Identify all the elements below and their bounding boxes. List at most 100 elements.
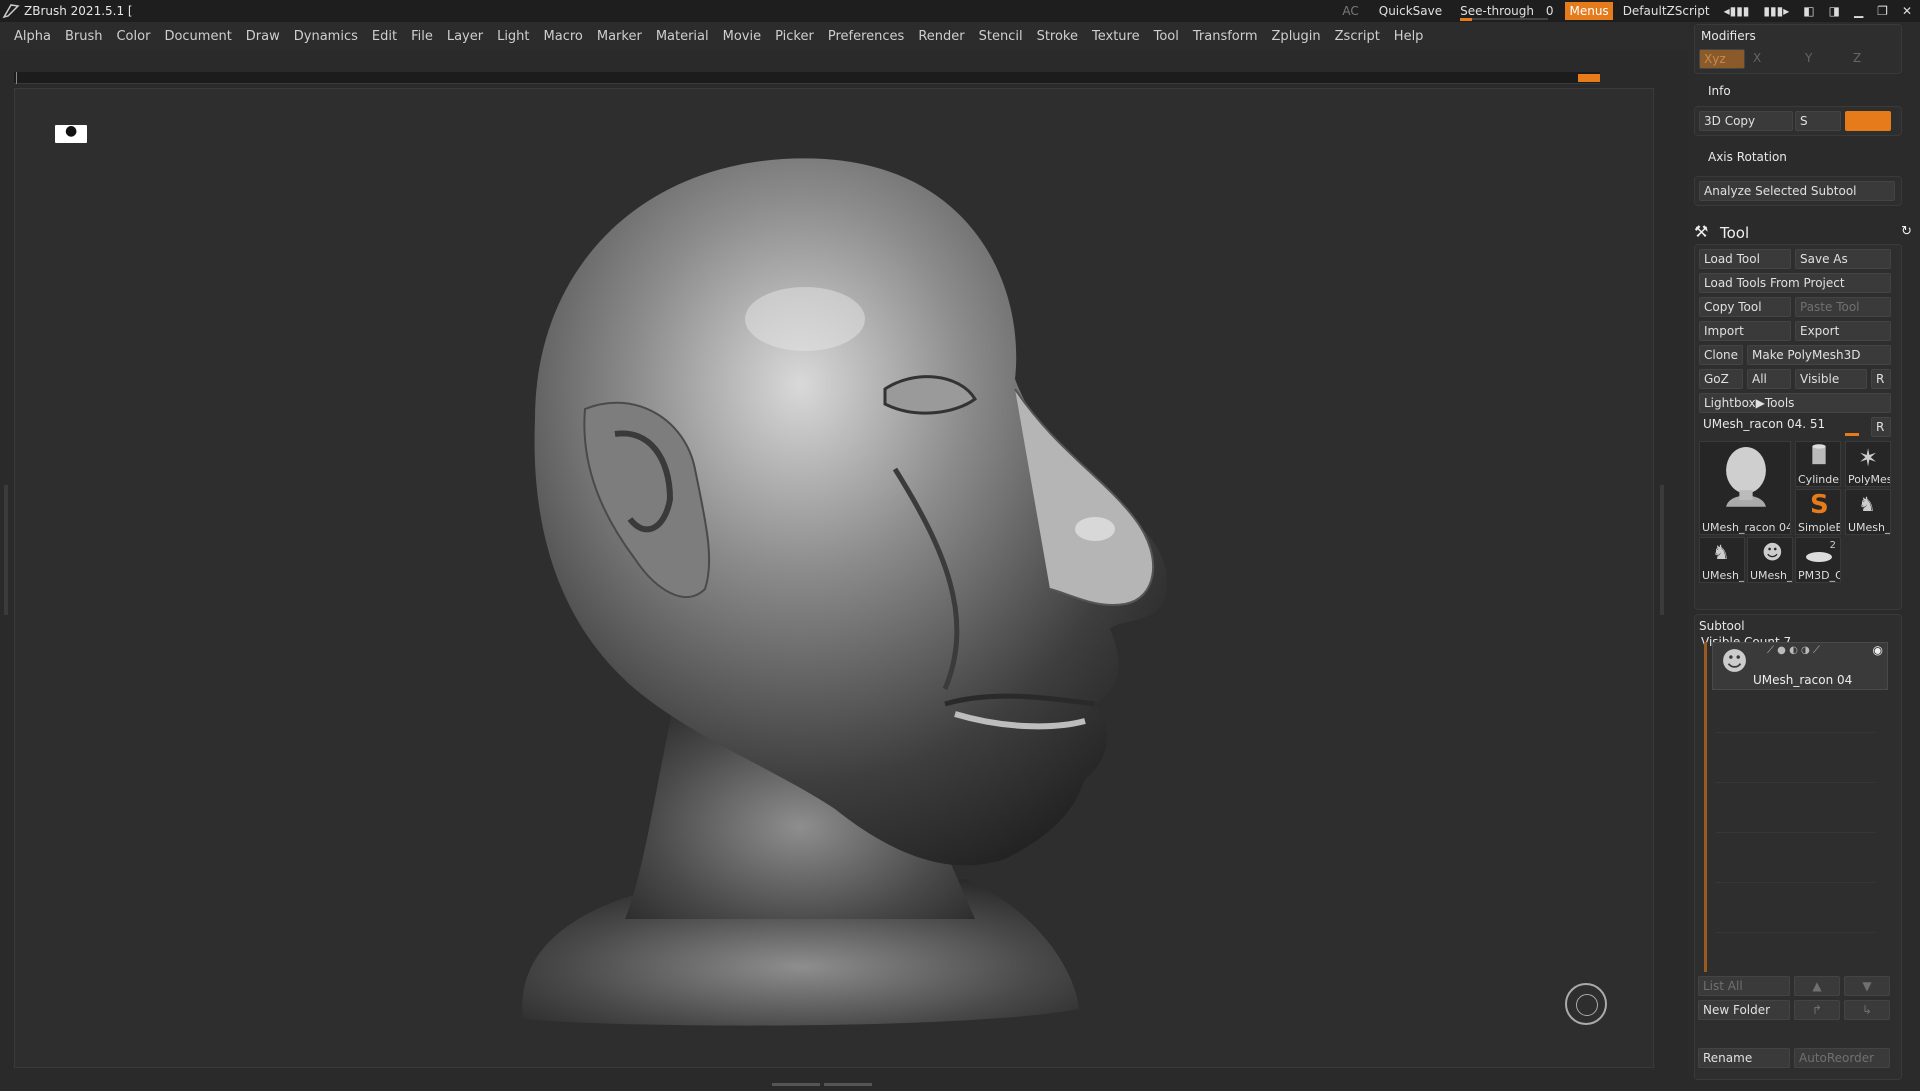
- eye-icon[interactable]: ◉: [1873, 643, 1883, 657]
- head-sculpt-model[interactable]: [15, 89, 1655, 1069]
- timeline-marker[interactable]: [1578, 74, 1600, 82]
- menu-file[interactable]: File: [411, 29, 433, 44]
- layout-right-icon[interactable]: ▮▮▮▸: [1763, 4, 1789, 18]
- move-down-arrow-icon[interactable]: ▼: [1844, 976, 1890, 996]
- menu-dynamics[interactable]: Dynamics: [294, 29, 358, 44]
- save-as-button[interactable]: Save As: [1795, 249, 1891, 269]
- copy-3d-button[interactable]: 3D Copy: [1699, 111, 1793, 131]
- menu-light[interactable]: Light: [497, 29, 529, 44]
- move-up-arrow-icon[interactable]: ▲: [1794, 976, 1840, 996]
- menu-color[interactable]: Color: [116, 29, 150, 44]
- subtool-controls-icon[interactable]: ⟋ ● ◐ ◑ ⟋: [1767, 645, 1820, 656]
- subtool-scrollbar[interactable]: [1704, 642, 1707, 972]
- import-button[interactable]: Import: [1699, 321, 1791, 341]
- paste-tool-button[interactable]: Paste Tool: [1795, 297, 1891, 317]
- new-folder-button[interactable]: New Folder: [1698, 1000, 1790, 1020]
- menu-picker[interactable]: Picker: [775, 29, 814, 44]
- menu-texture[interactable]: Texture: [1092, 29, 1140, 44]
- menus-toggle-button[interactable]: Menus: [1565, 2, 1613, 20]
- menu-macro[interactable]: Macro: [544, 29, 583, 44]
- left-tray-handle[interactable]: [4, 485, 8, 615]
- menu-preferences[interactable]: Preferences: [828, 29, 904, 44]
- tool-thumb-umesh-3[interactable]: ♞ UMesh_: [1699, 537, 1745, 583]
- tool-thumb-umesh-4[interactable]: ☻ UMesh_: [1747, 537, 1793, 583]
- tool-r-button[interactable]: R: [1871, 417, 1891, 437]
- default-zscript-button[interactable]: DefaultZScript: [1617, 4, 1716, 18]
- menu-transform[interactable]: Transform: [1193, 29, 1258, 44]
- autoreorder-button[interactable]: AutoReorder: [1794, 1048, 1890, 1068]
- window-title: ZBrush 2021.5.1 [: [24, 4, 133, 18]
- document-canvas[interactable]: [14, 88, 1654, 1068]
- tool-thumb-umesh-2[interactable]: ♞ UMesh_: [1845, 489, 1891, 535]
- title-bar: ZBrush 2021.5.1 [ AC QuickSave See-throu…: [0, 0, 1920, 22]
- goz-all-button[interactable]: All: [1747, 369, 1791, 389]
- goz-button[interactable]: GoZ: [1699, 369, 1743, 389]
- copy-tool-button[interactable]: Copy Tool: [1699, 297, 1791, 317]
- menu-stroke[interactable]: Stroke: [1037, 29, 1078, 44]
- analyze-selected-subtool-button[interactable]: Analyze Selected Subtool: [1699, 181, 1895, 201]
- interface-menu-icon[interactable]: ◨: [1829, 4, 1840, 18]
- subtool-item[interactable]: ☻ ⟋ ● ◐ ◑ ⟋ ◉ UMesh_racon 04: [1712, 642, 1888, 690]
- menu-layer[interactable]: Layer: [447, 29, 483, 44]
- menu-zplugin[interactable]: Zplugin: [1272, 29, 1321, 44]
- bottom-tray-handle[interactable]: [770, 1072, 900, 1086]
- axis-rotation-label[interactable]: Axis Rotation: [1708, 150, 1787, 164]
- minimize-icon[interactable]: ▁: [1854, 4, 1863, 18]
- subtool-list[interactable]: ☻ ⟋ ● ◐ ◑ ⟋ ◉ UMesh_racon 04: [1704, 642, 1888, 994]
- clone-button[interactable]: Clone: [1699, 345, 1743, 365]
- right-tray-handle[interactable]: [1660, 485, 1664, 615]
- current-tool-slider-knob[interactable]: [1845, 433, 1859, 436]
- folder-out-arrow-icon[interactable]: ↳: [1844, 1000, 1890, 1020]
- see-through-slider[interactable]: See-through 0: [1452, 4, 1561, 21]
- axis-y-button[interactable]: Y: [1805, 51, 1812, 65]
- timeline-ruler[interactable]: [14, 72, 1600, 84]
- menu-stencil[interactable]: Stencil: [979, 29, 1023, 44]
- make-polymesh3d-button[interactable]: Make PolyMesh3D: [1747, 345, 1891, 365]
- menu-movie[interactable]: Movie: [723, 29, 761, 44]
- list-all-button[interactable]: List All: [1698, 976, 1790, 996]
- menu-zscript[interactable]: Zscript: [1335, 29, 1380, 44]
- menu-document[interactable]: Document: [164, 29, 231, 44]
- goz-visible-button[interactable]: Visible: [1795, 369, 1867, 389]
- tool-thumb-main[interactable]: UMesh_racon 04: [1699, 441, 1791, 535]
- load-tool-button[interactable]: Load Tool: [1699, 249, 1791, 269]
- value-input-field[interactable]: [1845, 111, 1891, 131]
- ac-indicator[interactable]: AC: [1332, 4, 1368, 18]
- export-button[interactable]: Export: [1795, 321, 1891, 341]
- axis-z-button[interactable]: Z: [1853, 51, 1861, 65]
- menu-edit[interactable]: Edit: [372, 29, 397, 44]
- menu-draw[interactable]: Draw: [246, 29, 280, 44]
- folder-in-arrow-icon[interactable]: ↱: [1794, 1000, 1840, 1020]
- layout-left-icon[interactable]: ◂▮▮▮: [1724, 4, 1750, 18]
- menu-alpha[interactable]: Alpha: [14, 29, 51, 44]
- current-tool-slider[interactable]: UMesh_racon 04. 51: [1703, 417, 1825, 431]
- menu-brush[interactable]: Brush: [65, 29, 103, 44]
- tool-thumb-cylinder[interactable]: Cylinder: [1795, 441, 1841, 487]
- close-icon[interactable]: ✕: [1902, 4, 1912, 18]
- menu-tool[interactable]: Tool: [1154, 29, 1179, 44]
- menu-render[interactable]: Render: [918, 29, 964, 44]
- subtool-label[interactable]: Subtool: [1699, 619, 1745, 633]
- s-button[interactable]: S: [1795, 111, 1841, 131]
- rename-button[interactable]: Rename: [1698, 1048, 1790, 1068]
- tool-thumb-pm3d[interactable]: 2 PM3D_C: [1795, 537, 1841, 583]
- refresh-icon[interactable]: ↻: [1901, 224, 1912, 239]
- tool-thumb-simplebrush[interactable]: S SimpleB: [1795, 489, 1841, 535]
- creature-icon: ♞: [1858, 492, 1876, 516]
- tool-palette-header[interactable]: ⚒ Tool ↻: [1688, 220, 1920, 246]
- tool-thumb-polymesh[interactable]: ✶ PolyMes: [1845, 441, 1891, 487]
- axis-x-button[interactable]: X: [1753, 51, 1761, 65]
- menu-help[interactable]: Help: [1394, 29, 1424, 44]
- menu-material[interactable]: Material: [656, 29, 709, 44]
- lightbox-tools-button[interactable]: Lightbox▶Tools: [1699, 393, 1891, 413]
- pm3d-count-badge: 2: [1829, 540, 1836, 551]
- interface-swap-icon[interactable]: ◧: [1803, 4, 1814, 18]
- axis-xyz-button[interactable]: Xyz: [1699, 49, 1745, 69]
- quicksave-button[interactable]: QuickSave: [1369, 4, 1452, 18]
- load-tools-from-project-button[interactable]: Load Tools From Project: [1699, 273, 1891, 293]
- bottom-tray-left-bar: [772, 1083, 820, 1086]
- restore-icon[interactable]: ❐: [1877, 4, 1888, 18]
- rotate-gizmo-icon[interactable]: [1565, 983, 1607, 1025]
- goz-r-button[interactable]: R: [1871, 369, 1891, 389]
- menu-marker[interactable]: Marker: [597, 29, 642, 44]
